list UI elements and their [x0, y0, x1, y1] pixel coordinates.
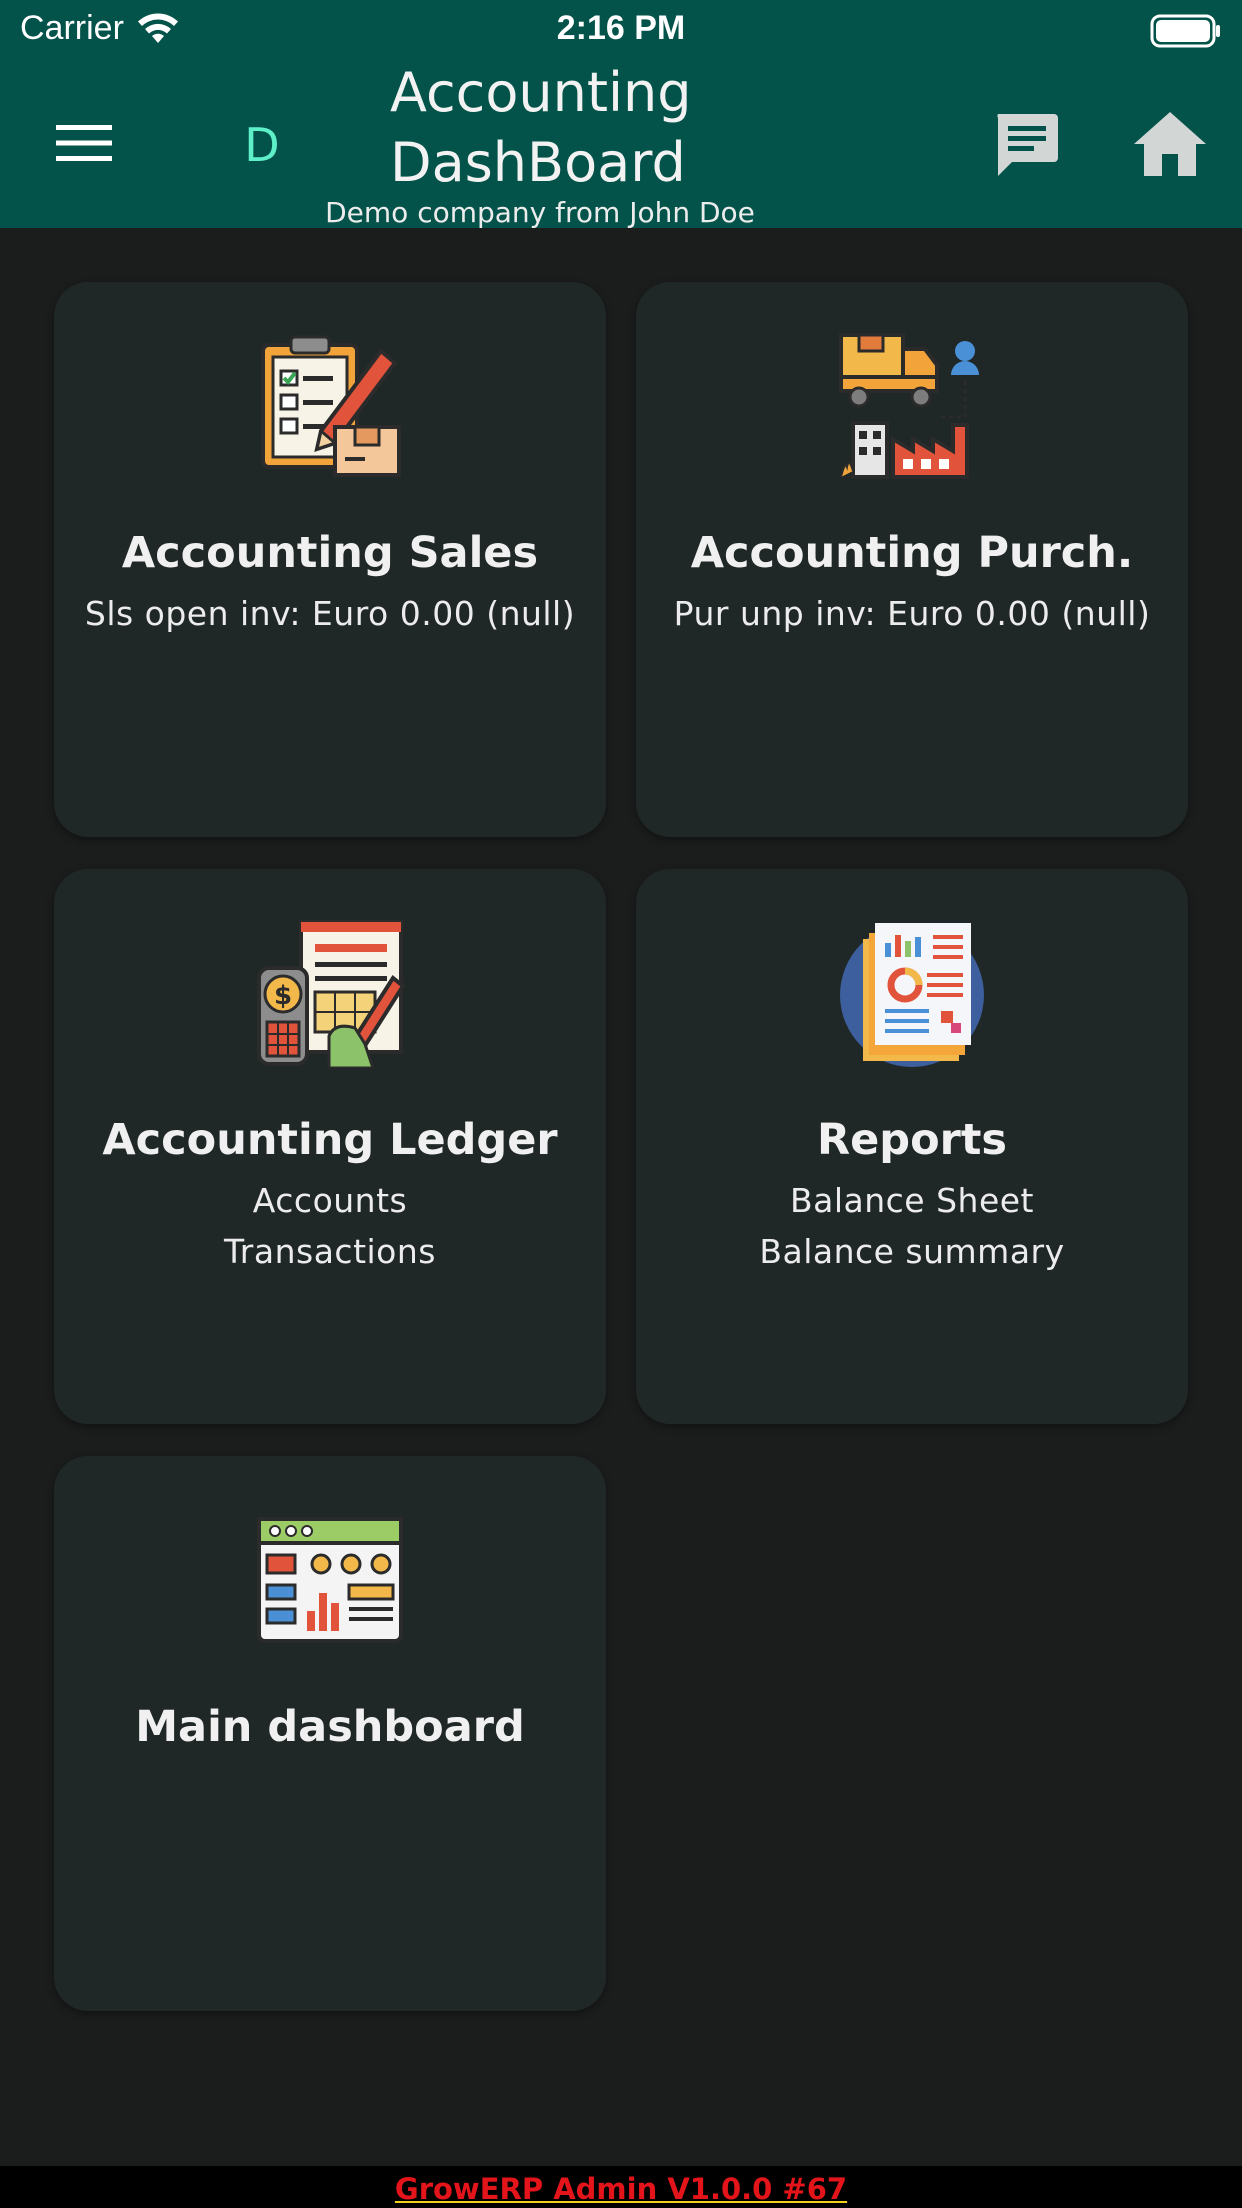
status-time: 2:16 PM	[556, 9, 686, 47]
card-detail-line: Balance summary	[759, 1232, 1065, 1271]
card-title: Accounting Ledger	[102, 1115, 558, 1165]
card-detail-line: Pur unp inv: Euro 0.00 (null)	[673, 594, 1151, 633]
accounting-sales-card[interactable]: Accounting Sales Sls open inv: Euro 0.00…	[54, 282, 606, 837]
chat-button[interactable]	[990, 108, 1062, 180]
home-button[interactable]	[1132, 108, 1208, 180]
report-chart-icon	[636, 913, 1188, 1073]
accounting-dashboard-screen: Carrier 2:16 PM D Accounting DashBoard D…	[0, 0, 1242, 2208]
card-detail-line: Accounts	[252, 1181, 408, 1220]
card-details: Pur unp inv: Euro 0.00 (null)	[636, 588, 1188, 639]
truck-factory-icon	[636, 326, 1188, 486]
card-title: Accounting Purch.	[690, 528, 1134, 578]
page-title-line2: DashBoard	[390, 131, 686, 194]
card-title: Main dashboard	[135, 1702, 525, 1752]
reports-card[interactable]: Reports Balance Sheet Balance summary	[636, 869, 1188, 1424]
page-title: Accounting DashBoard	[390, 58, 810, 198]
page-title-line1: Accounting	[390, 61, 692, 124]
version-text: GrowERP Admin V1.0.0 #67	[394, 2172, 848, 2206]
card-detail-line: Balance Sheet	[789, 1181, 1034, 1220]
menu-button[interactable]	[44, 108, 124, 178]
card-title: Accounting Sales	[121, 528, 539, 578]
ledger-calculator-icon: $	[54, 913, 606, 1073]
chat-icon	[997, 114, 1058, 176]
card-details: Accounts Transactions	[54, 1175, 606, 1277]
version-footer: GrowERP Admin V1.0.0 #67	[0, 2166, 1242, 2208]
app-header: Carrier 2:16 PM D Accounting DashBoard D…	[0, 0, 1242, 229]
accounting-ledger-card[interactable]: $ Accounting Ledger Accounts Transaction…	[54, 869, 606, 1424]
card-title: Reports	[817, 1115, 1007, 1165]
company-avatar[interactable]: D	[232, 118, 292, 172]
checklist-pencil-icon	[54, 326, 606, 486]
company-subtitle: Demo company from John Doe	[325, 196, 755, 229]
card-details: Balance Sheet Balance summary	[636, 1175, 1188, 1277]
battery-icon	[1150, 14, 1220, 48]
card-detail-line: Sls open inv: Euro 0.00 (null)	[84, 594, 576, 633]
dashboard-window-icon	[54, 1500, 606, 1660]
hamburger-menu-icon	[56, 125, 112, 161]
card-detail-line: Transactions	[224, 1232, 436, 1271]
card-details: Sls open inv: Euro 0.00 (null)	[54, 588, 606, 639]
accounting-purchase-card[interactable]: Accounting Purch. Pur unp inv: Euro 0.00…	[636, 282, 1188, 837]
home-icon	[1134, 112, 1206, 176]
main-dashboard-card[interactable]: Main dashboard	[54, 1456, 606, 2011]
svg-text:$: $	[274, 981, 292, 1011]
